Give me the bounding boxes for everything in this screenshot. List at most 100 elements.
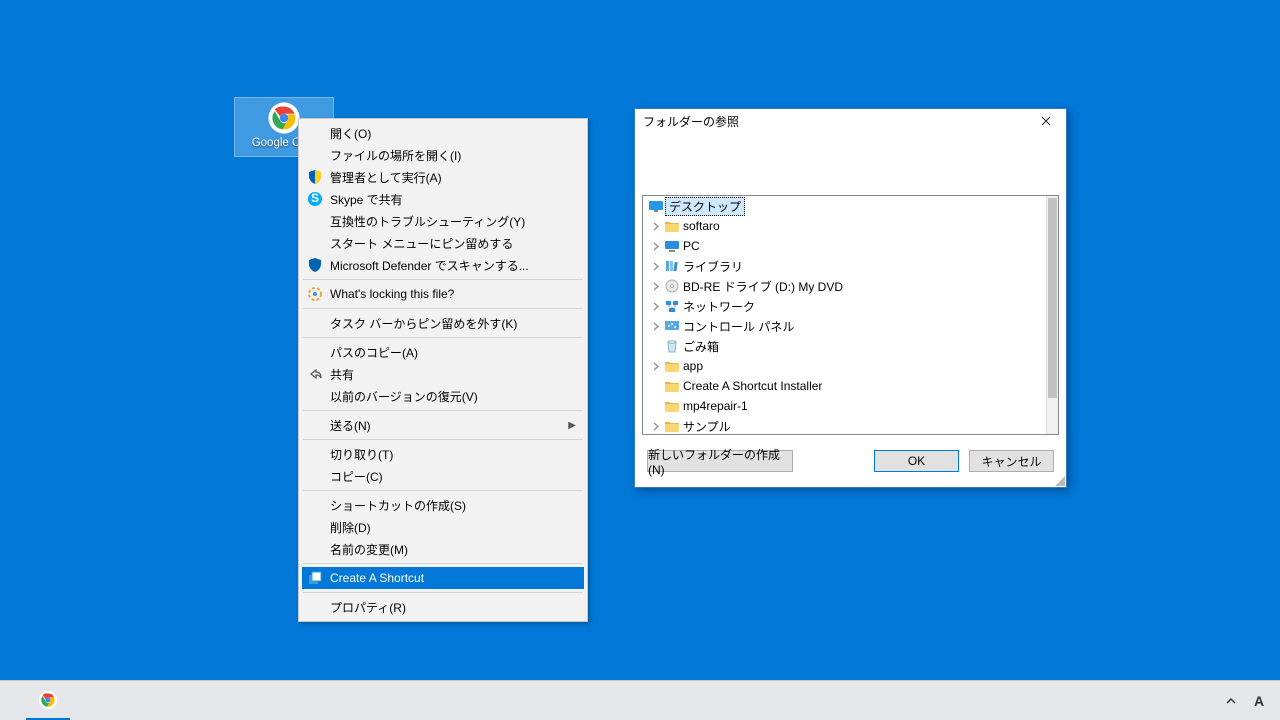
folder-icon [663,218,681,234]
cm-troubleshoot[interactable]: 互換性のトラブルシューティング(Y) [302,210,584,232]
tree-node-desktop[interactable]: デスクトップ [643,196,1046,216]
tree-node-label: ネットワーク [681,298,757,315]
dialog-header-gap [635,133,1066,195]
tree-expand-icon[interactable] [649,262,663,271]
chrome-icon [267,101,301,135]
shortcut-tool-icon [306,570,324,586]
shield-icon [306,169,324,185]
tree-expand-icon[interactable] [649,362,663,371]
cm-separator [303,410,583,411]
tree-node-label: ごみ箱 [681,338,721,355]
tree-node[interactable]: mp4repair-1 [643,396,1046,416]
tree-node-label: mp4repair-1 [681,399,750,413]
tree-node-label: Create A Shortcut Installer [681,379,824,393]
libraries-icon [663,258,681,274]
tree-expand-icon[interactable] [649,242,663,251]
cm-separator [303,308,583,309]
tree-expand-icon[interactable] [649,422,663,431]
cm-separator [303,592,583,593]
tree-expand-icon[interactable] [649,302,663,311]
tray-chevron-up-icon[interactable] [1222,692,1240,710]
folder-icon [663,378,681,394]
tree-node-label: サンプル [681,418,733,435]
cm-separator [303,337,583,338]
dialog-title: フォルダーの参照 [643,113,1026,130]
tree-node-label: コントロール パネル [681,318,796,335]
lock-file-icon [306,286,324,302]
scrollbar-thumb[interactable] [1048,198,1057,398]
svg-text:S: S [311,191,319,205]
desktop-node-icon [647,198,665,214]
dialog-button-row: 新しいフォルダーの作成(N) OK キャンセル [635,435,1066,487]
submenu-arrow-icon: ▶ [568,420,576,431]
browse-folder-dialog: フォルダーの参照 デスクトップ softaro PC ライブラリ BD-RE ドライブ… [634,108,1067,488]
cm-share[interactable]: 共有 [302,363,584,385]
folder-icon [663,418,681,434]
cm-restore-prev[interactable]: 以前のバージョンの復元(V) [302,385,584,407]
cm-separator [303,279,583,280]
folder-icon [663,358,681,374]
tree-node[interactable]: Create A Shortcut Installer [643,376,1046,396]
tree-node-label: BD-RE ドライブ (D:) My DVD [681,278,845,295]
cm-separator [303,490,583,491]
tree-node[interactable]: サンプル [643,416,1046,434]
cm-cut[interactable]: 切り取り(T) [302,443,584,465]
cm-send-to[interactable]: 送る(N)▶ [302,414,584,436]
cm-separator [303,563,583,564]
resize-grip[interactable] [1053,474,1065,486]
network-icon [663,298,681,314]
tree-node[interactable]: ライブラリ [643,256,1046,276]
tree-node[interactable]: app [643,356,1046,376]
tree-node-label: デスクトップ [665,197,745,216]
disc-icon [663,278,681,294]
dialog-close-button[interactable] [1026,109,1066,133]
tree-expand-icon[interactable] [649,282,663,291]
tree-node[interactable]: BD-RE ドライブ (D:) My DVD [643,276,1046,296]
cm-unpin-taskbar[interactable]: タスク バーからピン留めを外す(K) [302,312,584,334]
folder-tree: デスクトップ softaro PC ライブラリ BD-RE ドライブ (D:) My … [642,195,1059,435]
new-folder-button[interactable]: 新しいフォルダーの作成(N) [647,450,793,472]
cm-defender-scan[interactable]: Microsoft Defender でスキャンする... [302,254,584,276]
pc-icon [663,238,681,254]
cm-create-a-shortcut[interactable]: Create A Shortcut [302,567,584,589]
cm-skype-share[interactable]: SSkype で共有 [302,188,584,210]
tree-expand-icon[interactable] [649,222,663,231]
cm-copy[interactable]: コピー(C) [302,465,584,487]
cm-copy-path[interactable]: パスのコピー(A) [302,341,584,363]
cancel-button[interactable]: キャンセル [969,450,1054,472]
dialog-titlebar[interactable]: フォルダーの参照 [635,109,1066,133]
control-icon [663,318,681,334]
cm-rename[interactable]: 名前の変更(M) [302,538,584,560]
cm-properties[interactable]: プロパティ(R) [302,596,584,618]
cm-run-as-admin[interactable]: 管理者として実行(A) [302,166,584,188]
skype-icon: S [306,191,324,207]
tree-node-label: PC [681,239,702,253]
taskbar-app-chrome[interactable] [26,682,70,720]
defender-icon [306,257,324,273]
recycle-icon [663,338,681,354]
tree-node[interactable]: softaro [643,216,1046,236]
folder-icon [663,398,681,414]
tree-node[interactable]: ごみ箱 [643,336,1046,356]
cm-open-file-location[interactable]: ファイルの場所を開く(I) [302,144,584,166]
tree-node-label: app [681,359,705,373]
tree-node[interactable]: コントロール パネル [643,316,1046,336]
tree-node-label: softaro [681,219,722,233]
cm-delete[interactable]: 削除(D) [302,516,584,538]
taskbar-tray: A [1222,692,1276,710]
taskbar: A [0,680,1280,720]
tray-ime-icon[interactable]: A [1250,692,1268,710]
tree-expand-icon[interactable] [649,322,663,331]
tree-node[interactable]: ネットワーク [643,296,1046,316]
share-icon [306,366,324,382]
tree-node[interactable]: PC [643,236,1046,256]
tree-scrollbar[interactable] [1046,196,1058,434]
context-menu: 開く(O) ファイルの場所を開く(I) 管理者として実行(A) SSkype で… [298,118,588,622]
cm-open[interactable]: 開く(O) [302,122,584,144]
cm-separator [303,439,583,440]
tree-node-label: ライブラリ [681,258,745,275]
cm-whats-locking[interactable]: What's locking this file? [302,283,584,305]
cm-create-shortcut-sys[interactable]: ショートカットの作成(S) [302,494,584,516]
cm-pin-start[interactable]: スタート メニューにピン留めする [302,232,584,254]
ok-button[interactable]: OK [874,450,959,472]
